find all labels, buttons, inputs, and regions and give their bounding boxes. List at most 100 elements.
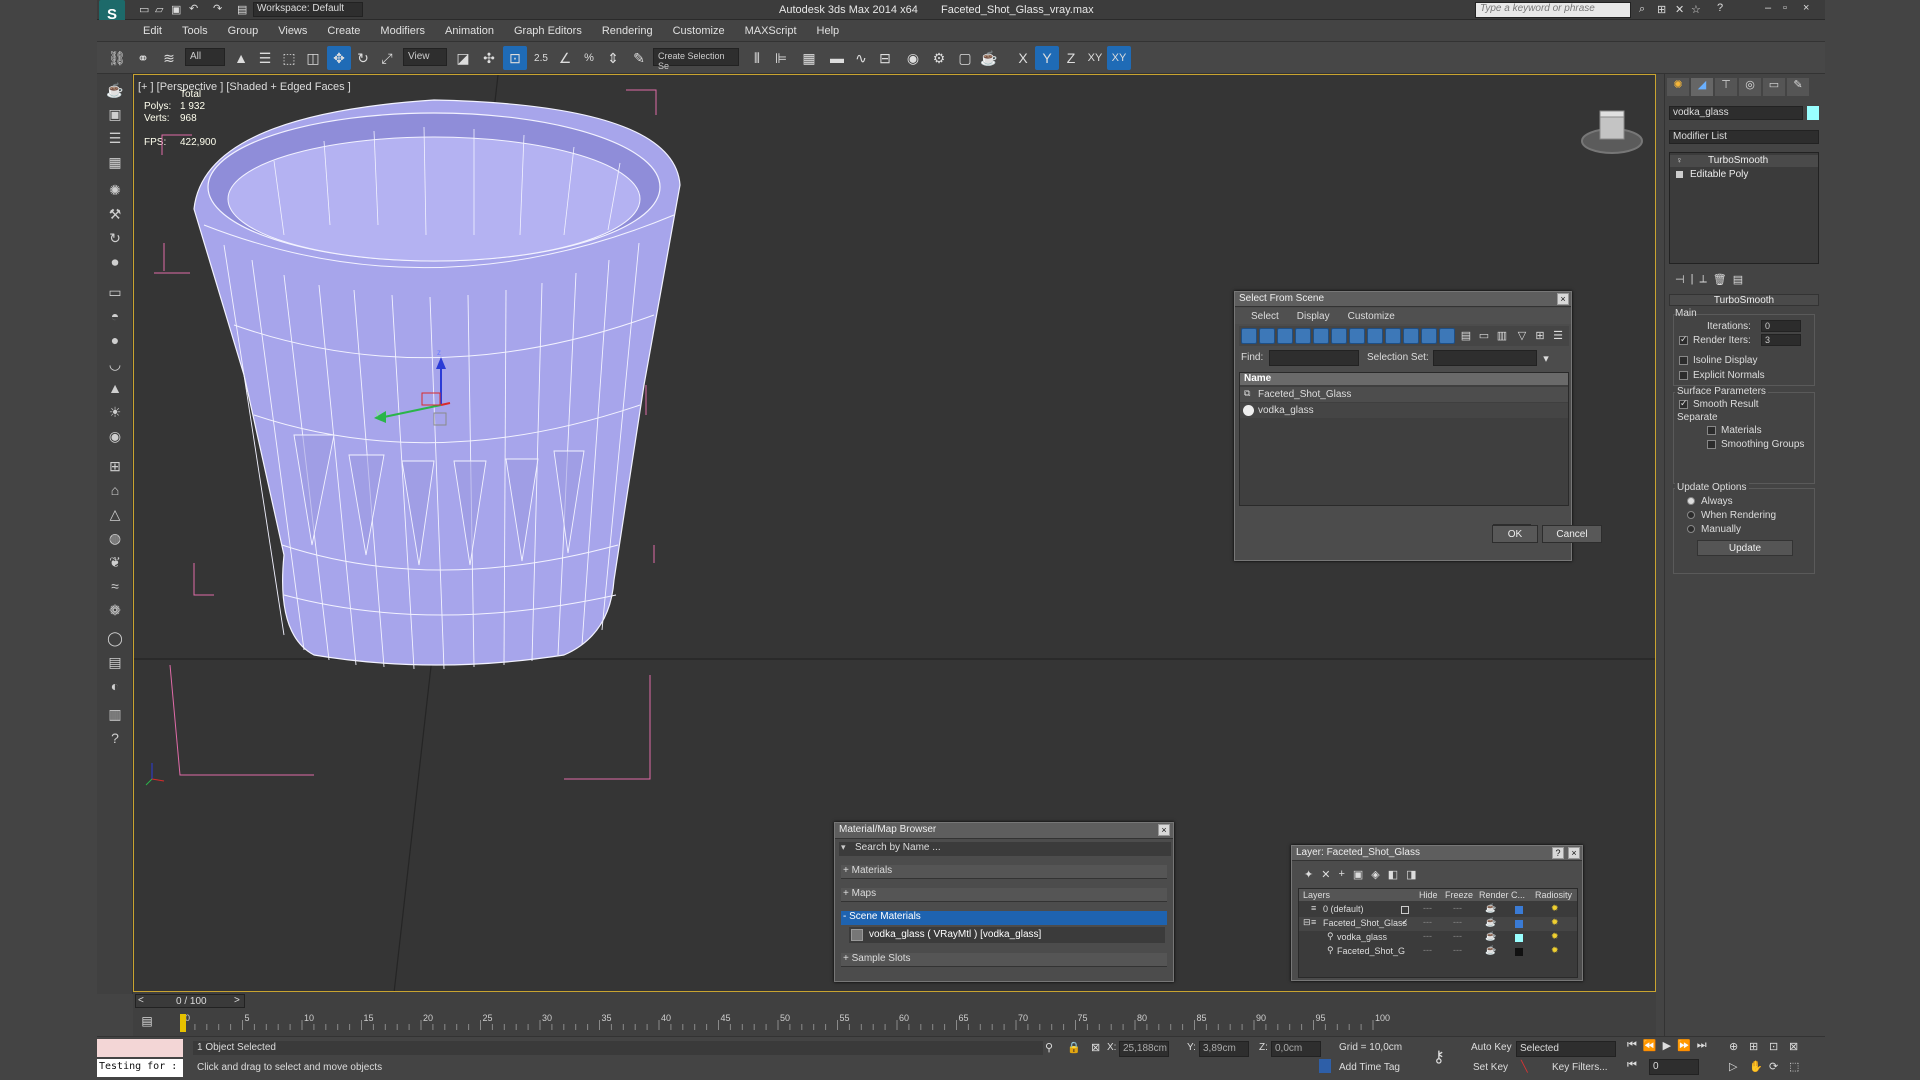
display-cameras-icon[interactable] [1295, 328, 1311, 344]
unlink-icon[interactable]: ⚭ [131, 46, 155, 70]
pan-icon[interactable]: ✋ [1749, 1060, 1763, 1073]
display-frozen-icon[interactable] [1421, 328, 1437, 344]
disc-icon[interactable]: ◉ [103, 424, 127, 448]
axis-xy-cycle-button[interactable]: XY [1107, 46, 1131, 70]
sfs-menu-display[interactable]: Display [1297, 311, 1330, 322]
create-tab-icon[interactable]: ✺ [1667, 78, 1689, 96]
next-frame-icon[interactable]: ⏩ [1677, 1039, 1691, 1055]
axis-xy-button[interactable]: XY [1083, 46, 1107, 70]
dome-icon[interactable]: ◓ [103, 304, 127, 328]
freeze-toggle[interactable]: --- [1453, 931, 1462, 941]
select-scale-icon[interactable]: ⤢ [375, 46, 399, 70]
manually-radio[interactable] [1687, 525, 1695, 533]
window-crossing-icon[interactable]: ◫ [301, 46, 325, 70]
spinner-snap-icon[interactable]: ⇕ [601, 46, 625, 70]
selection-set-dropdown[interactable] [1433, 350, 1537, 366]
layer-color-swatch[interactable] [1515, 920, 1523, 928]
table-row[interactable]: ⚲ Faceted_Shot_G --- --- ☕ ✹ [1299, 945, 1577, 959]
update-button[interactable]: Update [1697, 540, 1793, 556]
smoothing-groups-checkbox[interactable] [1707, 440, 1716, 449]
columns-icon[interactable]: ☰ [1551, 329, 1565, 343]
bowl-icon[interactable]: ◡ [103, 352, 127, 376]
edit-named-selection-icon[interactable]: ✎ [627, 46, 651, 70]
fov-icon[interactable]: ▷ [1729, 1060, 1737, 1073]
help-icon[interactable]: ? [1717, 2, 1723, 14]
layer-color-swatch[interactable] [1515, 906, 1523, 914]
list-item[interactable]: vodka_glass [1240, 403, 1568, 418]
display-spacewarps-icon[interactable] [1331, 328, 1347, 344]
radiosity-icon[interactable]: ✹ [1551, 903, 1559, 914]
render-iters-spinner[interactable]: 3 [1761, 334, 1801, 346]
play-icon[interactable]: ▶ [1663, 1039, 1671, 1055]
pin-stack-icon[interactable]: ⊣ [1675, 273, 1685, 286]
cone-icon[interactable]: ▲ [103, 376, 127, 400]
table-icon[interactable]: ▦ [103, 150, 127, 174]
list-item[interactable]: ⧉ Faceted_Shot_Glass [1240, 387, 1568, 402]
tool-icon[interactable]: ⚒ [103, 202, 127, 226]
bind-space-warp-icon[interactable]: ≋ [157, 46, 181, 70]
current-layer-check-icon[interactable]: ✓ [1401, 917, 1409, 928]
freeze-toggle[interactable]: --- [1453, 903, 1462, 913]
select-invert-icon[interactable]: ▥ [1495, 329, 1509, 343]
sphere-icon[interactable]: ● [103, 328, 127, 352]
align-icon[interactable]: ⊫ [769, 46, 793, 70]
material-editor-icon[interactable]: ◉ [901, 46, 925, 70]
prev-frame-icon[interactable]: ⏪ [1643, 1039, 1657, 1055]
select-by-name-icon[interactable]: ☰ [253, 46, 277, 70]
open-file-icon[interactable]: ▱ [155, 3, 163, 16]
sun-icon[interactable]: ☀ [103, 400, 127, 424]
isolate-icon[interactable]: ⚲ [1045, 1041, 1053, 1054]
render-teapot-icon[interactable]: ☕ [1485, 945, 1496, 956]
name-column-header[interactable]: Name [1240, 373, 1568, 385]
z-coordinate-field[interactable]: 0,0cm [1271, 1041, 1321, 1057]
display-tab-icon[interactable]: ▭ [1763, 78, 1785, 96]
maps-group[interactable]: + Maps [841, 888, 1167, 902]
modifier-turbosmooth[interactable]: ♀ TurboSmooth [1670, 155, 1818, 167]
display-bones-icon[interactable] [1385, 328, 1401, 344]
time-tag-icon[interactable] [1319, 1059, 1331, 1073]
smooth-result-checkbox[interactable]: ✓ [1679, 398, 1688, 409]
isoline-display-checkbox[interactable] [1679, 356, 1688, 365]
col-radiosity[interactable]: Radiosity [1535, 890, 1572, 900]
hide-toggle[interactable]: --- [1423, 903, 1432, 913]
menu-group[interactable]: Group [228, 25, 259, 37]
render-teapot-icon[interactable]: ☕ [1485, 917, 1496, 928]
rect-selection-icon[interactable]: ⬚ [277, 46, 301, 70]
rendered-frame-icon[interactable]: ▢ [953, 46, 977, 70]
display-groups-icon[interactable] [1349, 328, 1365, 344]
percent-snap-icon[interactable]: % [577, 46, 601, 70]
when-rendering-radio[interactable] [1687, 511, 1695, 519]
globe-icon[interactable]: ◍ [103, 526, 127, 550]
menu-create[interactable]: Create [327, 25, 360, 37]
zoom-icon[interactable]: ⊕ [1729, 1040, 1738, 1053]
menu-animation[interactable]: Animation [445, 25, 494, 37]
menu-maxscript[interactable]: MAXScript [745, 25, 797, 37]
select-manipulate-icon[interactable]: ✣ [477, 46, 501, 70]
curve-editor-icon[interactable]: ∿ [849, 46, 873, 70]
object-color-swatch[interactable] [1807, 106, 1819, 120]
axis-y-button[interactable]: Y [1035, 46, 1059, 70]
lightbulb-icon[interactable]: ♀ [1676, 155, 1683, 165]
delete-layer-icon[interactable]: ✕ [1321, 868, 1330, 881]
sample-slots-group[interactable]: + Sample Slots [841, 953, 1167, 967]
goto-start-icon[interactable]: ⏮ [1627, 1039, 1637, 1055]
hierarchy-tab-icon[interactable]: ⊤ [1715, 78, 1737, 96]
timeline-track[interactable]: 0 5 10 15 20 25 30 35 40 45 50 55 60 65 70 75 80 85 90 95 10… [173, 1012, 1453, 1034]
modifier-list-dropdown[interactable]: Modifier List [1669, 130, 1819, 144]
layer-manager-icon[interactable]: ▦ [797, 46, 821, 70]
current-layer-checkbox[interactable] [1401, 906, 1409, 914]
menu-views[interactable]: Views [278, 25, 307, 37]
radiosity-icon[interactable]: ✹ [1551, 917, 1559, 928]
light-icon[interactable]: ✺ [103, 178, 127, 202]
save-file-icon[interactable]: ▣ [171, 3, 181, 16]
table-row[interactable]: ⚲ vodka_glass --- --- ☕ ✹ [1299, 931, 1577, 945]
triangle-icon[interactable]: △ [103, 502, 127, 526]
modify-tab-icon[interactable]: ◢ [1691, 78, 1713, 96]
render-iters-checkbox[interactable]: ✓ [1679, 334, 1688, 345]
axis-x-button[interactable]: X [1011, 46, 1035, 70]
find-input[interactable] [1269, 350, 1359, 366]
layer-help-button[interactable]: ? [1552, 847, 1564, 859]
graphite-ribbon-icon[interactable]: ▬ [825, 46, 849, 70]
scene-material-item[interactable]: vodka_glass ( VRayMtl ) [vodka_glass] [849, 927, 1165, 943]
camera-icon[interactable]: ⏺ [103, 250, 127, 274]
